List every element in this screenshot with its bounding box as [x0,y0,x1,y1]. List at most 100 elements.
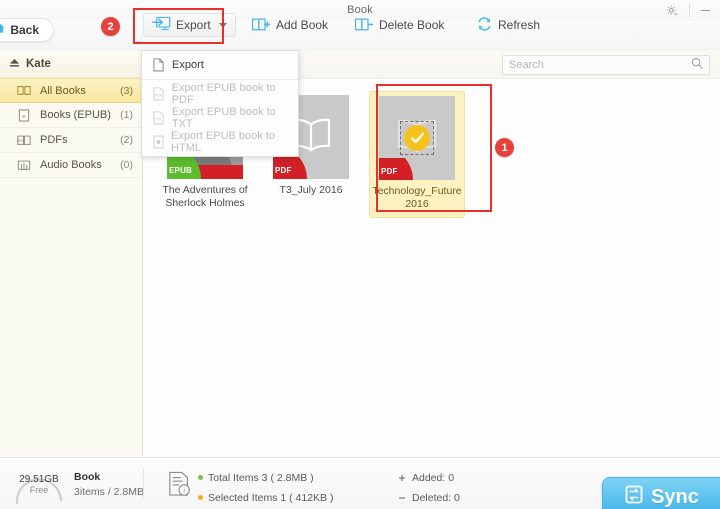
chevron-down-icon [218,22,227,28]
book-cover: PDF [379,96,455,180]
menu-item-export-epub-html: Export EPUB book to HTML [142,130,298,154]
refresh-button[interactable]: Refresh [470,12,546,38]
selected-book-item[interactable]: PDF Technology_Future2016 [369,91,465,218]
sidebar-item-books-epub[interactable]: e Books (EPUB) (1) [0,103,142,128]
book-title: The Adventures of Sherlock Holmes [162,184,248,209]
format-badge-epub: EPUB [167,157,201,179]
app-window: Book Back Export Add Book Delete Book Re… [0,0,720,509]
book-plus-icon [251,16,271,35]
menu-item-export-epub-txt: TXT Export EPUB book to TXT [142,106,298,130]
home-icon [0,21,6,39]
annotation-badge-1: 1 [495,138,514,157]
deleted-line: − Deleted: 0 [398,490,460,505]
format-badge-label: PDF [275,166,292,175]
plus-icon: + [398,470,406,485]
sidebar-item-label: All Books [40,84,86,97]
gear-icon[interactable] [659,1,685,21]
check-icon [404,125,430,151]
sidebar-item-count: (3) [120,84,133,97]
sidebar-item-all-books[interactable]: All Books (3) [0,78,142,103]
selected-items-label: Selected Items 1 ( 412KB ) [208,491,334,504]
minimize-icon[interactable] [694,1,716,21]
export-label: Export [176,18,211,32]
svg-text:TXT: TXT [155,117,163,121]
refresh-label: Refresh [498,18,541,32]
status-bar: 29.51GB Free Book 3items / 2.8MB i Total… [0,457,720,509]
add-book-button[interactable]: Add Book [245,12,334,38]
menu-item-label: Export EPUB book to TXT [171,106,276,130]
delete-book-button[interactable]: Delete Book [348,12,450,38]
export-monitor-icon [152,15,171,35]
status-separator [143,468,144,498]
search-box[interactable] [502,55,710,75]
back-button[interactable]: Back [0,18,54,42]
item-stats: Total Items 3 ( 2.8MB ) Selected Items 1… [198,470,333,505]
window-controls [659,0,716,21]
menu-item-export[interactable]: Export [142,53,298,77]
total-items-line: Total Items 3 ( 2.8MB ) [198,470,333,485]
book-open-icon [17,84,31,98]
menu-item-export-epub-pdf: PDF Export EPUB book to PDF [142,82,298,106]
device-detail: 3items / 2.8MB [74,486,145,498]
sidebar-item-label: Books (EPUB) [40,109,111,121]
document-info-icon: i [168,471,192,502]
add-book-label: Add Book [276,18,329,32]
format-badge-pdf: PDF [379,158,413,180]
format-badge-pdf: PDF [273,157,307,179]
change-stats: + Added: 0 − Deleted: 0 [398,470,460,505]
control-separator [689,4,690,17]
sidebar-item-audio-books[interactable]: Audio Books (0) [0,153,142,178]
delete-book-label: Delete Book [379,18,445,32]
refresh-icon [476,16,493,35]
selection-checkbox[interactable] [400,121,434,155]
book-minus-icon [354,16,374,35]
menu-separator [142,79,298,80]
svg-text:PDF: PDF [17,139,25,143]
storage-label: Free [29,484,49,495]
sidebar-item-label: PDFs [40,134,68,146]
sidebar-item-count: (0) [120,159,133,171]
selected-items-dot [198,495,203,500]
svg-text:e: e [22,113,25,119]
sync-button[interactable]: Sync [602,477,720,509]
total-items-dot [198,475,203,480]
sidebar: Kate All Books (3) e Books (EPUB) (1) PD… [0,51,143,457]
epub-file-icon: e [17,108,31,122]
sidebar-item-label: Audio Books [40,159,102,171]
sync-icon [624,484,644,509]
sidebar-item-count: (1) [120,109,133,121]
back-label: Back [10,23,39,37]
svg-text:i: i [183,486,185,495]
deleted-label: Deleted: 0 [412,491,460,504]
search-icon[interactable] [691,56,703,74]
device-info: Book 3items / 2.8MB [74,471,144,498]
export-button[interactable]: Export [143,13,236,37]
storage-value: 29.51GB [19,473,59,485]
added-label: Added: 0 [412,471,455,484]
file-icon [152,58,165,73]
total-items-label: Total Items 3 ( 2.8MB ) [208,471,314,484]
svg-text:PDF: PDF [155,93,163,97]
menu-item-label: Export EPUB book to PDF [171,82,276,106]
book-title: T3_July 2016 [279,184,343,196]
menu-item-label: Export EPUB book to HTML [171,130,275,154]
added-line: + Added: 0 [398,470,460,485]
format-badge-label: EPUB [169,166,193,175]
pdf-book-icon: PDF [17,133,31,147]
export-dropdown-menu: Export PDF Export EPUB book to PDF TXT E… [141,50,299,157]
sidebar-device-header[interactable]: Kate [0,51,142,78]
sidebar-item-pdfs[interactable]: PDF PDFs (2) [0,128,142,153]
selected-items-line: Selected Items 1 ( 412KB ) [198,490,333,505]
html-file-icon [152,135,164,150]
device-name: Book [74,471,101,483]
storage-ring: 29.51GB Free [8,464,70,505]
book-title: Technology_Future2016 [372,185,462,210]
eject-icon [9,55,20,73]
search-input[interactable] [509,59,691,71]
txt-file-icon: TXT [152,111,165,126]
audiobook-icon [17,158,31,172]
annotation-badge-2: 2 [101,17,120,36]
sidebar-device-label: Kate [26,58,51,70]
format-badge-label: PDF [381,167,398,176]
menu-item-label: Export [172,59,204,71]
